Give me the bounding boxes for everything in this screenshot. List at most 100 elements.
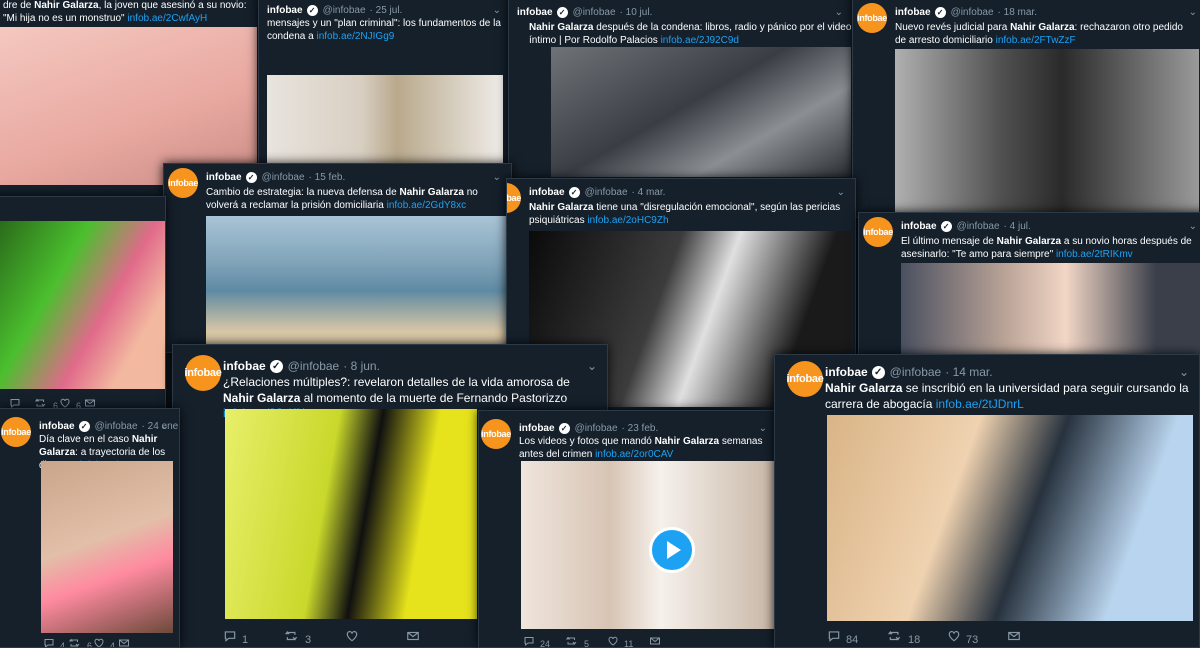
account-name[interactable]: infobae [529,187,565,198]
tweet-media-image[interactable] [895,49,1199,215]
like-button[interactable]: 11 [607,635,649,647]
tweet-card[interactable]: 66 [0,196,166,416]
tweet-date[interactable]: · 8 jun. [343,359,380,373]
account-handle[interactable]: @infobae [573,7,616,18]
reply-button[interactable]: 4 [43,637,68,647]
chevron-down-icon[interactable]: ⌄ [759,423,767,434]
tweet-card[interactable]: infobaeinfobae✓@infobae· 25 jul.⌄mensaje… [258,0,512,170]
chevron-down-icon[interactable]: ⌄ [1189,7,1197,18]
tweet-card[interactable]: infobae infobae ✓ @infobae · 4 jul. ⌄ El últim… [858,212,1200,358]
tweet-media-image[interactable] [267,75,503,167]
chevron-down-icon[interactable]: ⌄ [493,5,501,16]
tweet-card[interactable]: infobae infobae ✓ @infobae · 18 mar. ⌄ Nuevo r… [852,0,1200,218]
chevron-down-icon[interactable]: ⌄ [835,7,843,18]
account-handle[interactable]: @infobae [262,172,305,183]
account-handle[interactable]: @infobae [288,359,340,373]
tweet-date[interactable]: · 23 feb. [622,423,659,434]
tweet-link[interactable]: infob.ae/2J92C9d [661,35,739,46]
account-handle[interactable]: @infobae [585,187,628,198]
reply-button[interactable]: 84 [827,629,887,646]
avatar[interactable]: infobae [857,3,887,33]
tweet-date[interactable]: · 18 mar. [998,7,1037,18]
dm-button[interactable] [406,629,426,646]
tweet-text: Nahir Galarza tiene una "disregulación e… [529,201,849,227]
tweet-card[interactable]: infobae infobae ✓ @infobae · 15 feb. ⌄ Cambio … [163,163,512,353]
account-name[interactable]: infobae [519,423,555,434]
tweet-media-image[interactable] [521,461,775,629]
chevron-down-icon[interactable]: ⌄ [161,421,169,432]
tweet-date[interactable]: · 15 feb. [309,172,346,183]
tweet-link[interactable]: infob.ae/2oHC9Zh [587,215,668,226]
account-name[interactable]: infobae [825,365,868,379]
retweet-button[interactable]: 3 [284,629,345,646]
chevron-down-icon[interactable]: ⌄ [1179,365,1189,379]
account-handle[interactable]: @infobae [575,423,618,434]
avatar[interactable]: infobae [1,417,31,447]
retweet-button[interactable]: 18 [887,629,947,646]
tweet-media-image[interactable] [0,221,165,389]
reply-button[interactable]: 24 [523,635,565,647]
account-name[interactable]: infobae [223,359,266,373]
tweet-card[interactable]: infobae infobae ✓ @infobae · 23 feb. ⌄ Los vid… [478,410,778,648]
chevron-down-icon[interactable]: ⌄ [587,359,597,373]
tweet-header: infobae ✓ @infobae · 23 feb. [519,423,658,434]
dm-button[interactable] [649,635,669,647]
avatar[interactable]: infobae [863,217,893,247]
tweet-media-image[interactable] [225,409,477,619]
account-handle[interactable]: @infobae [323,5,366,16]
chevron-down-icon[interactable]: ⌄ [1189,221,1197,232]
tweet-media-image[interactable] [827,415,1193,621]
tweet-media-image[interactable] [901,263,1200,357]
tweet-card[interactable]: infobae infobae ✓ @infobae · 14 mar. ⌄ Nahir G… [774,354,1200,648]
tweet-link[interactable]: infob.ae/2tJDnrL [936,397,1024,411]
tweet-link[interactable]: infob.ae/2CwfAyH [127,13,207,24]
tweet-actions: 13 [223,629,426,646]
tweet-date[interactable]: · 25 jul. [370,5,403,16]
tweet-link[interactable]: infob.ae/2FTwZzF [996,35,1076,46]
tweet-card[interactable]: infobae infobae ✓ @infobae · 24 ene. ⌄ Día cla… [0,408,180,648]
play-icon[interactable] [649,527,695,573]
account-name[interactable]: infobae [206,172,242,183]
avatar[interactable]: infobae [481,419,511,449]
avatar[interactable]: infobae [787,361,824,397]
account-handle[interactable]: @infobae [957,221,1000,232]
avatar[interactable]: infobae [168,168,198,198]
tweet-media-image[interactable] [551,47,851,177]
tweet-date[interactable]: · 4 jul. [1004,221,1031,232]
avatar[interactable]: infobae [185,355,222,391]
account-handle[interactable]: @infobae [951,7,994,18]
account-name[interactable]: infobae [267,5,303,16]
chevron-down-icon[interactable]: ⌄ [837,187,845,198]
account-name[interactable]: infobae [901,221,937,232]
tweet-media-image[interactable] [0,27,257,185]
dm-button[interactable] [1007,629,1027,646]
account-handle[interactable]: @infobae [890,365,942,379]
tweet-date[interactable]: · 10 jul. [620,7,653,18]
tweet-date[interactable]: · 14 mar. [945,365,992,379]
retweet-button[interactable]: 6 [68,637,93,647]
tweet-media-image[interactable] [206,216,506,352]
tweet-link[interactable]: infob.ae/2tRIKmv [1056,249,1133,260]
account-name[interactable]: infobae [39,421,75,432]
retweet-button[interactable]: 5 [565,635,607,647]
like-button[interactable]: 4 [93,637,118,647]
account-name[interactable]: infobae [517,7,553,18]
verified-icon: ✓ [558,423,570,434]
tweet-link[interactable]: infob.ae/2or0CAV [595,449,673,460]
chevron-down-icon[interactable]: ⌄ [493,172,501,183]
dm-button[interactable] [118,637,138,647]
tweet-link[interactable]: infob.ae/2GdY8xc [387,200,467,211]
tweet-link[interactable]: infob.ae/2NJIGg9 [317,31,395,42]
like-button[interactable]: 73 [947,629,1007,646]
account-handle[interactable]: @infobae [95,421,138,432]
avatar[interactable]: infobae [259,11,260,21]
envelope-icon [118,639,130,647]
avatar[interactable]: infobae [507,183,521,213]
account-name[interactable]: infobae [895,7,931,18]
like-button[interactable] [345,629,406,646]
avatar[interactable]: infobae [509,13,510,23]
tweet-card[interactable]: infobaeinfobae✓@infobae· 10 jul.⌄Nahir G… [508,0,854,180]
reply-button[interactable]: 1 [223,629,284,646]
tweet-date[interactable]: · 4 mar. [632,187,666,198]
tweet-media-image[interactable] [41,461,173,633]
